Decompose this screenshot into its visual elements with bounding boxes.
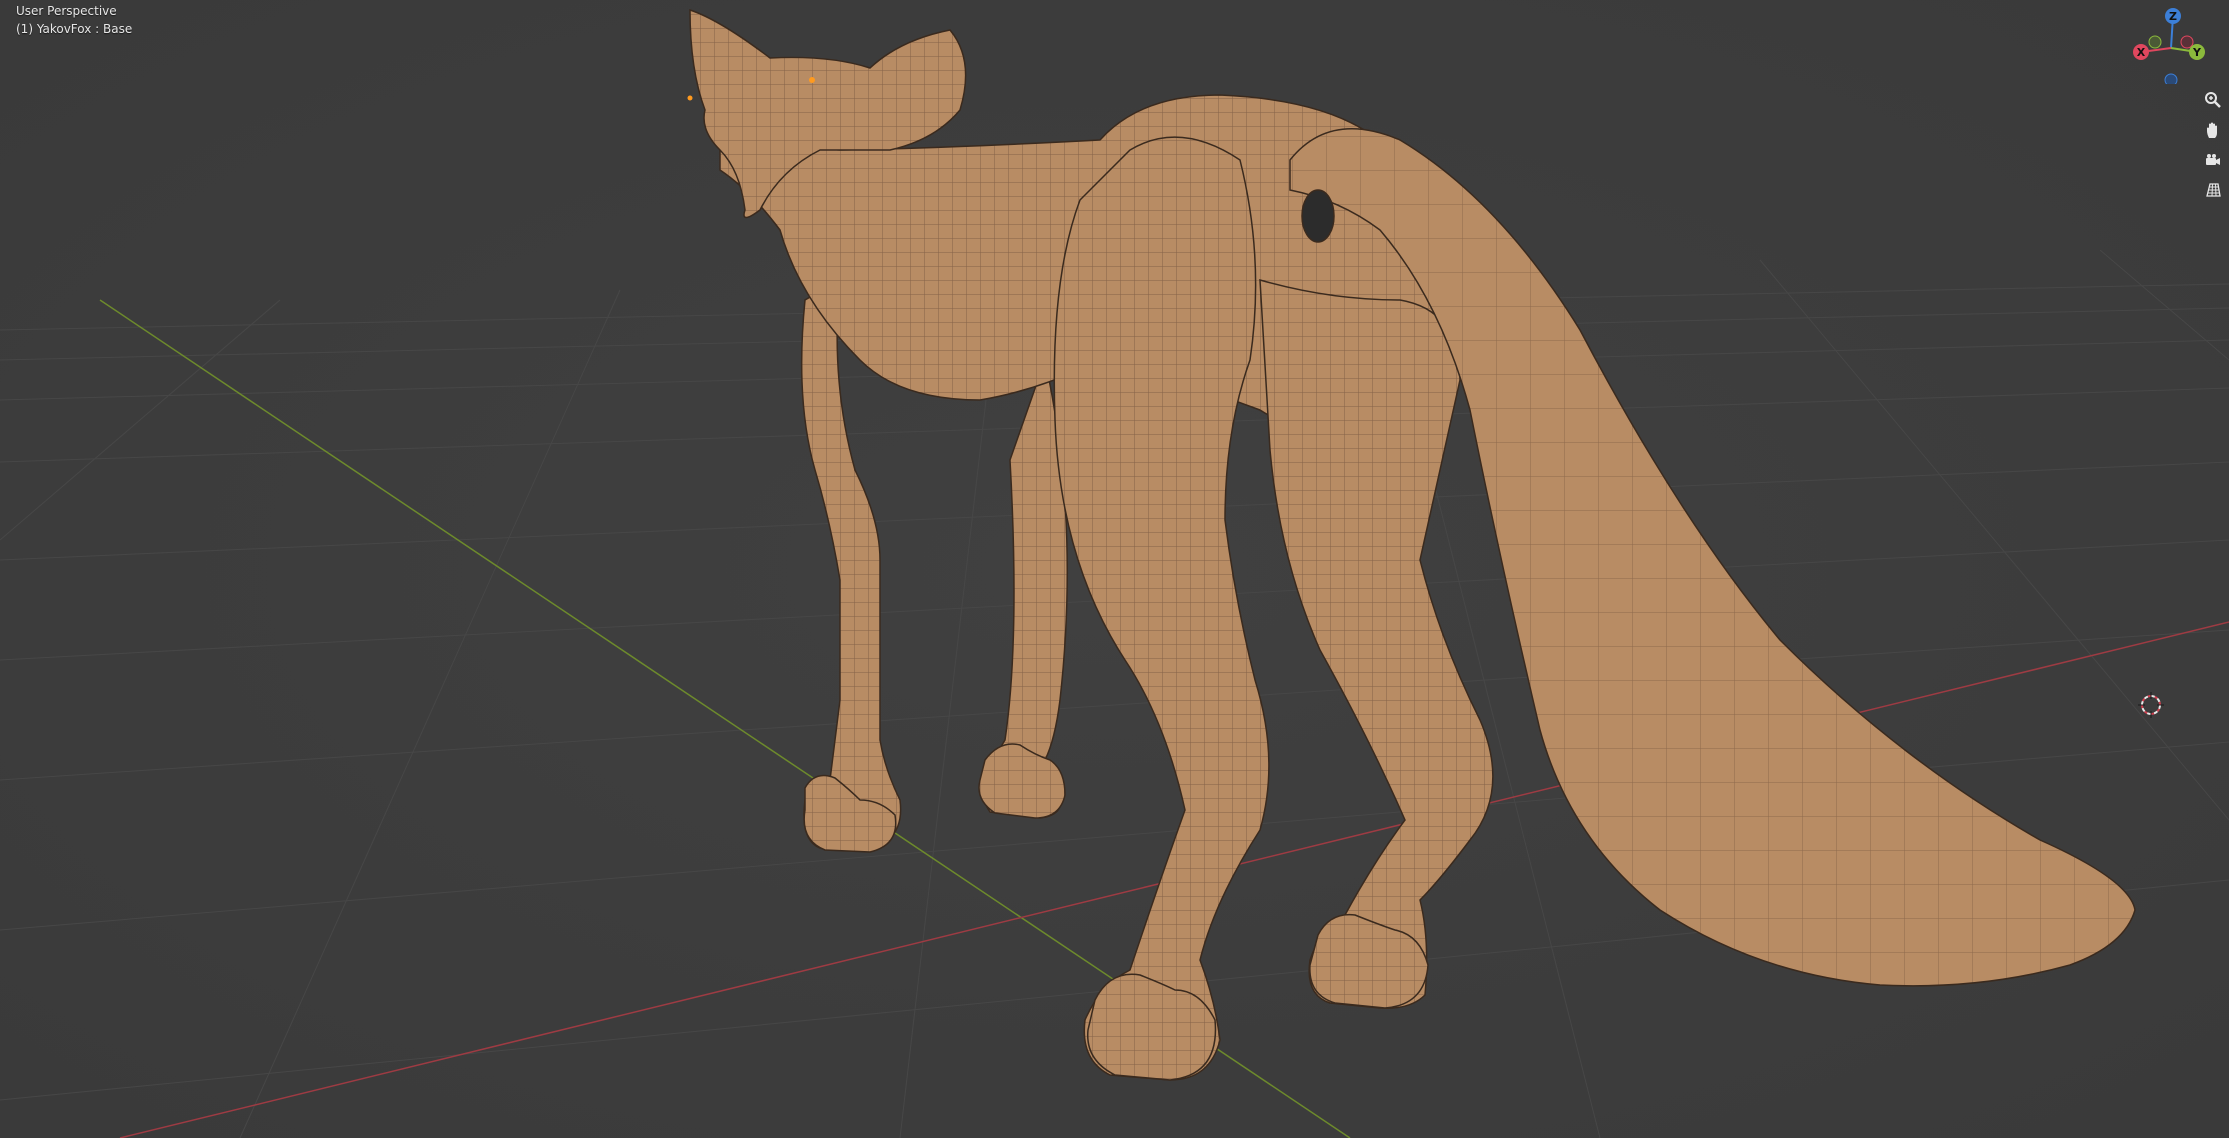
navigation-gizmo[interactable]: Z Y X xyxy=(2125,4,2215,84)
gizmo-y-label: Y xyxy=(2192,46,2202,59)
camera-view-button[interactable] xyxy=(2199,146,2227,174)
view-mode-label: User Perspective xyxy=(16,4,117,18)
object-origin xyxy=(809,77,815,83)
gizmo-x-label: X xyxy=(2137,46,2146,59)
object-info-label: (1) YakovFox : Base xyxy=(16,22,133,36)
viewport-scene[interactable] xyxy=(0,0,2229,1138)
camera-icon xyxy=(2206,154,2220,165)
zoom-icon xyxy=(2205,92,2221,108)
ortho-toggle-button[interactable] xyxy=(2199,176,2227,204)
tail-hole xyxy=(1301,189,1335,243)
3d-cursor[interactable] xyxy=(2136,690,2166,720)
eye-marker xyxy=(687,95,693,101)
grid-icon xyxy=(2206,183,2221,197)
gizmo-neg-z xyxy=(2164,73,2178,84)
pan-button[interactable] xyxy=(2199,116,2227,144)
gizmo-neg-y xyxy=(2148,35,2162,49)
gizmo-z-label: Z xyxy=(2169,10,2177,23)
hand-icon xyxy=(2207,122,2217,138)
3d-viewport[interactable]: User Perspective (1) YakovFox : Base Z Y… xyxy=(0,0,2229,1138)
zoom-button[interactable] xyxy=(2199,86,2227,114)
gizmo-neg-x xyxy=(2180,35,2194,49)
